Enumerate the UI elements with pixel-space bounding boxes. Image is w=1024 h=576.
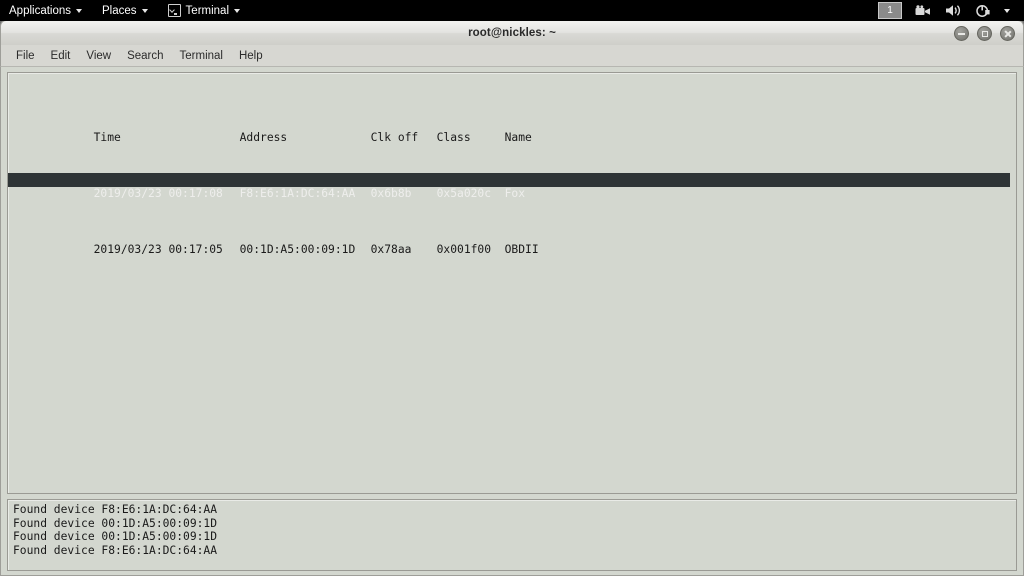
window-title: root@nickles: ~ [468,27,556,39]
column-header-class: Class [436,131,471,144]
menubar: File Edit View Search Terminal Help [0,45,1024,67]
chevron-down-icon [234,9,241,13]
column-header-clk-off: Clk off [370,131,419,144]
video-camera-icon[interactable] [908,0,938,21]
panel-menu-terminal[interactable]: Terminal [158,0,250,21]
chevron-down-icon[interactable] [997,0,1017,21]
column-header-time: Time [93,131,121,144]
power-icon[interactable] [969,0,997,21]
column-header-name: Name [504,131,532,144]
chevron-down-icon [141,9,148,13]
panel-menu-applications[interactable]: Applications [0,0,92,21]
menu-help[interactable]: Help [231,48,271,64]
cell-class: 0x5a020c [436,187,492,200]
panel-menu-places[interactable]: Places [92,0,158,21]
terminal-icon [167,4,181,17]
cell-time: 2019/03/23 00:17:05 [93,243,223,256]
workspace-number: 1 [887,4,893,16]
menu-file[interactable]: File [8,48,43,64]
menu-search[interactable]: Search [119,48,171,64]
cell-clk-off: 0x6b8b [370,187,412,200]
cell-name: Fox [504,187,526,200]
cell-class: 0x001f00 [436,243,492,256]
log-line: Found device F8:E6:1A:DC:64:AA [13,543,218,557]
maximize-button[interactable] [977,26,992,41]
desktop: Applications Places Terminal 1 root@nick… [0,0,1024,576]
log-line: Found device F8:E6:1A:DC:64:AA [13,503,218,516]
top-panel: Applications Places Terminal 1 [0,0,1024,21]
column-header-address: Address [239,131,288,144]
cell-address: 00:1D:A5:00:09:1D [239,243,356,256]
table-row[interactable]: 2019/03/23 00:17:05 00:1D:A5:00:09:1D 0x78… [8,229,1016,256]
cell-name: OBDII [504,243,539,256]
chevron-down-icon [76,9,83,13]
window-body: Time Address Clk off Class Name 2019/03/23 0… [0,67,1024,576]
minimize-button[interactable] [954,26,969,41]
table-row[interactable]: 2019/03/23 00:17:08 F8:E6:1A:DC:64:AA 0x6b… [8,173,1010,200]
window-titlebar[interactable]: root@nickles: ~ [0,20,1024,45]
cell-clk-off: 0x78aa [370,243,412,256]
menu-edit[interactable]: Edit [43,48,79,64]
log-line: Found device 00:1D:A5:00:09:1D [13,516,218,530]
cell-time: 2019/03/23 00:17:08 [93,187,223,200]
system-tray: 1 [878,0,1024,21]
log-pane: Found device F8:E6:1A:DC:64:AA Found dev… [7,499,1017,571]
panel-menu-applications-label: Applications [9,4,72,17]
workspace-switcher[interactable]: 1 [878,2,902,19]
panel-menu-terminal-label: Terminal [185,4,230,17]
device-list-frame: Time Address Clk off Class Name 2019/03/23 0… [7,72,1017,494]
close-button[interactable] [1000,26,1015,41]
window-controls [954,21,1015,46]
device-table-header: Time Address Clk off Class Name [8,117,1016,144]
log-line: Found device 00:1D:A5:00:09:1D [13,530,218,543]
menu-terminal[interactable]: Terminal [172,48,231,64]
volume-speaker-icon[interactable] [938,0,969,21]
terminal-window: root@nickles: ~ File Edit View Search Te… [0,20,1024,576]
menu-view[interactable]: View [78,48,119,64]
panel-menu-places-label: Places [102,4,137,17]
device-list: Time Address Clk off Class Name 2019/03/23 0… [8,73,1016,285]
cell-address: F8:E6:1A:DC:64:AA [239,187,356,200]
